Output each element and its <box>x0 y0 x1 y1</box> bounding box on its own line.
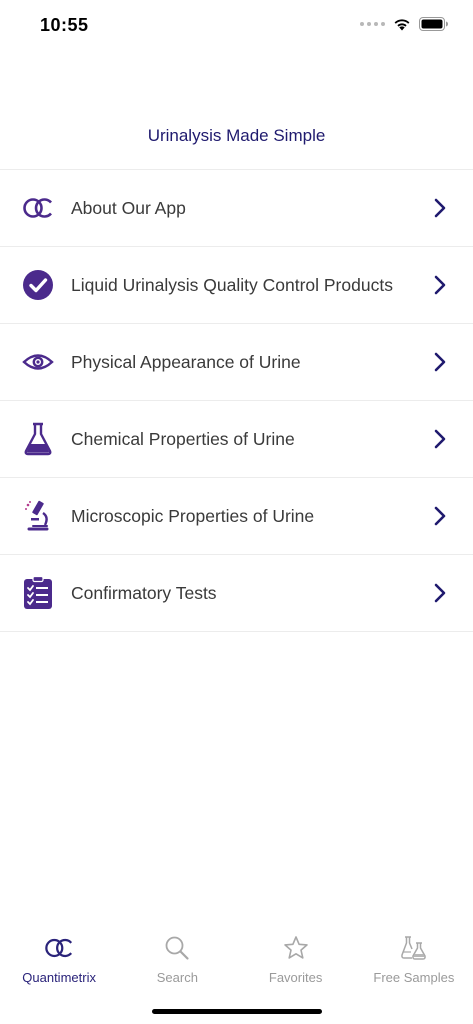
flask-icon <box>22 422 54 456</box>
status-icons <box>360 17 449 31</box>
menu-item-chemical-properties[interactable]: Chemical Properties of Urine <box>0 401 473 478</box>
wifi-icon <box>394 19 410 31</box>
microscope-icon <box>22 500 54 532</box>
eye-icon <box>22 346 54 378</box>
tab-bar: Quantimetrix Search Favorites Free Sampl… <box>0 930 473 990</box>
chevron-right-icon <box>433 351 447 373</box>
lab-flasks-icon <box>399 934 429 962</box>
chevron-right-icon <box>433 428 447 450</box>
chevron-right-icon <box>433 582 447 604</box>
quantimetrix-logo-icon <box>44 934 74 962</box>
checkmark-circle-icon <box>22 269 54 301</box>
menu-item-label: Liquid Urinalysis Quality Control Produc… <box>71 274 393 295</box>
menu-item-about-our-app[interactable]: About Our App <box>0 170 473 247</box>
quantimetrix-logo-icon <box>22 192 54 224</box>
tab-quantimetrix[interactable]: Quantimetrix <box>0 930 118 990</box>
tab-free-samples[interactable]: Free Samples <box>355 930 473 990</box>
menu-item-label: Physical Appearance of Urine <box>71 351 301 372</box>
chevron-right-icon <box>433 197 447 219</box>
status-time: 10:55 <box>40 15 89 35</box>
tab-search[interactable]: Search <box>118 930 236 990</box>
menu-item-label: Microscopic Properties of Urine <box>71 505 315 526</box>
menu-item-label: Chemical Properties of Urine <box>71 428 295 449</box>
main-menu: About Our App Liquid Urinalysis Quality … <box>0 169 473 632</box>
menu-item-microscopic-properties[interactable]: Microscopic Properties of Urine <box>0 478 473 555</box>
chevron-right-icon <box>433 274 447 296</box>
tab-favorites[interactable]: Favorites <box>237 930 355 990</box>
menu-item-physical-appearance[interactable]: Physical Appearance of Urine <box>0 324 473 401</box>
home-indicator[interactable] <box>152 1009 322 1014</box>
menu-item-label: About Our App <box>71 197 186 218</box>
page-title: Urinalysis Made Simple <box>147 126 326 145</box>
menu-item-confirmatory-tests[interactable]: Confirmatory Tests <box>0 555 473 632</box>
tab-label: Free Samples <box>373 970 455 985</box>
battery-icon <box>419 17 448 31</box>
chevron-right-icon <box>433 505 447 527</box>
status-bar: 10:55 <box>0 0 473 52</box>
tab-label: Search <box>156 970 198 985</box>
search-icon <box>162 934 192 962</box>
star-icon <box>281 934 311 962</box>
tab-label: Favorites <box>268 970 323 985</box>
cellular-signal-icon <box>360 22 385 26</box>
menu-item-quality-control-products[interactable]: Liquid Urinalysis Quality Control Produc… <box>0 247 473 324</box>
menu-item-label: Confirmatory Tests <box>71 582 217 603</box>
tab-label: Quantimetrix <box>22 970 96 985</box>
clipboard-checklist-icon <box>22 576 54 609</box>
